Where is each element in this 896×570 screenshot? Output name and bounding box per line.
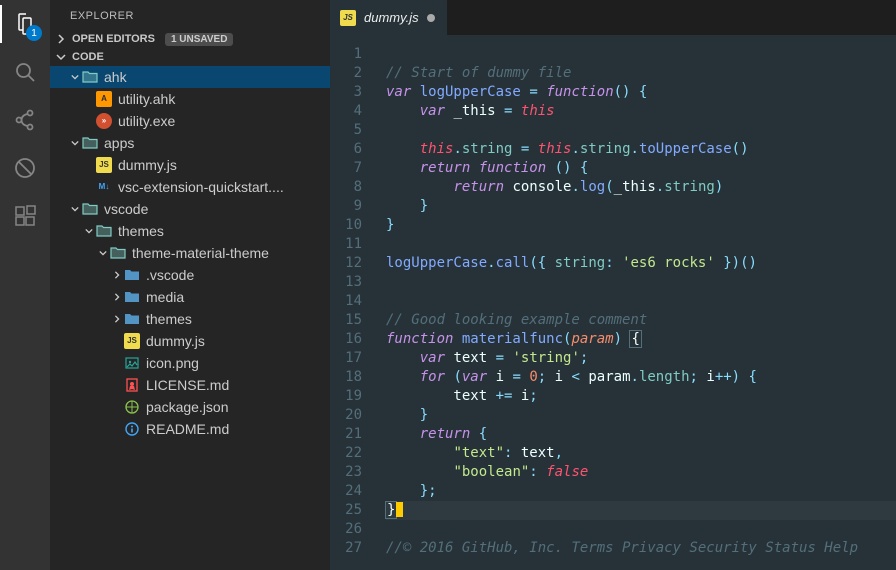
lic-file-icon — [124, 377, 140, 393]
explorer-sidebar: Explorer Open Editors 1 unsaved Code ahk… — [50, 0, 330, 570]
folder-row[interactable]: ahk — [50, 66, 330, 88]
editor: JS dummy.js 1234567891011121314151617181… — [330, 0, 896, 570]
folder-row[interactable]: media — [50, 286, 330, 308]
explorer-badge: 1 — [26, 25, 42, 41]
file-row[interactable]: icon.png — [50, 352, 330, 374]
open-editors-section[interactable]: Open Editors 1 unsaved — [50, 30, 330, 48]
chevron-down-icon — [96, 249, 110, 257]
dirty-indicator-icon — [427, 14, 435, 22]
tree-item-label: themes — [146, 308, 192, 330]
file-row[interactable]: LICENSE.md — [50, 374, 330, 396]
file-row[interactable]: JS dummy.js — [50, 154, 330, 176]
tree-item-label: utility.exe — [118, 110, 175, 132]
editor-tab[interactable]: JS dummy.js — [330, 0, 448, 35]
readme-file-icon — [124, 421, 140, 437]
tree-item-label: media — [146, 286, 184, 308]
text-cursor — [396, 502, 403, 517]
file-row[interactable]: Autility.ahk — [50, 88, 330, 110]
open-editors-label: Open Editors — [72, 33, 155, 45]
explorer-activity-icon[interactable]: 1 — [11, 10, 39, 38]
json-file-icon — [124, 399, 140, 415]
file-row[interactable]: package.json — [50, 396, 330, 418]
ahk-file-icon: A — [96, 91, 112, 107]
png-file-icon — [124, 355, 140, 371]
chevron-down-icon — [68, 73, 82, 81]
tab-bar: JS dummy.js — [330, 0, 896, 35]
chevron-right-icon — [110, 293, 124, 301]
scm-activity-icon[interactable] — [11, 106, 39, 134]
chevron-down-icon — [68, 205, 82, 213]
folder-row[interactable]: apps — [50, 132, 330, 154]
code-content[interactable]: // Start of dummy filevar logUpperCase =… — [378, 35, 896, 570]
folder-icon — [124, 311, 140, 327]
js-file-icon: JS — [340, 10, 356, 26]
search-activity-icon[interactable] — [11, 58, 39, 86]
tree-item-label: vscode — [104, 198, 148, 220]
tree-item-label: ahk — [104, 66, 127, 88]
workspace-label: Code — [72, 51, 104, 63]
folder-icon — [124, 267, 140, 283]
tree-item-label: dummy.js — [146, 330, 205, 352]
chevron-down-icon — [54, 50, 68, 64]
folder-row[interactable]: themes — [50, 308, 330, 330]
unsaved-badge: 1 unsaved — [165, 33, 234, 46]
code-area[interactable]: 1234567891011121314151617181920212223242… — [330, 35, 896, 570]
file-row[interactable]: README.md — [50, 418, 330, 440]
tree-item-label: LICENSE.md — [146, 374, 229, 396]
line-number-gutter: 1234567891011121314151617181920212223242… — [330, 35, 378, 570]
tree-item-label: dummy.js — [118, 154, 177, 176]
folder-row[interactable]: .vscode — [50, 264, 330, 286]
folder-row[interactable]: vscode — [50, 198, 330, 220]
debug-activity-icon[interactable] — [11, 154, 39, 182]
chevron-down-icon — [68, 139, 82, 147]
js-file-icon: JS — [96, 157, 112, 173]
tree-item-label: utility.ahk — [118, 88, 175, 110]
chevron-right-icon — [110, 315, 124, 323]
file-row[interactable]: » utility.exe — [50, 110, 330, 132]
file-tree[interactable]: ahkAutility.ahk»utility.exeappsJSdummy.j… — [50, 66, 330, 570]
folder-open-icon — [82, 201, 98, 217]
chevron-down-icon — [82, 227, 96, 235]
tree-item-label: icon.png — [146, 352, 199, 374]
extensions-activity-icon[interactable] — [11, 202, 39, 230]
folder-open-icon — [110, 245, 126, 261]
tree-item-label: apps — [104, 132, 134, 154]
tree-item-label: .vscode — [146, 264, 194, 286]
md-file-icon: M↓ — [96, 179, 112, 195]
tree-item-label: package.json — [146, 396, 229, 418]
folder-open-icon — [96, 223, 112, 239]
folder-open-icon — [82, 135, 98, 151]
file-row[interactable]: M↓ vsc-extension-quickstart.... — [50, 176, 330, 198]
file-row[interactable]: JS dummy.js — [50, 330, 330, 352]
js-file-icon: JS — [124, 333, 140, 349]
folder-row[interactable]: themes — [50, 220, 330, 242]
sidebar-title: Explorer — [50, 0, 330, 30]
folder-row[interactable]: theme-material-theme — [50, 242, 330, 264]
chevron-right-icon — [54, 32, 68, 46]
workspace-section[interactable]: Code — [50, 48, 330, 66]
tree-item-label: themes — [118, 220, 164, 242]
folder-icon — [124, 289, 140, 305]
chevron-right-icon — [110, 271, 124, 279]
tree-item-label: theme-material-theme — [132, 242, 269, 264]
folder-open-icon — [82, 69, 98, 85]
tree-item-label: README.md — [146, 418, 229, 440]
tree-item-label: vsc-extension-quickstart.... — [118, 176, 284, 198]
exe-file-icon: » — [96, 113, 112, 129]
tab-filename: dummy.js — [364, 10, 419, 25]
activity-bar: 1 — [0, 0, 50, 570]
